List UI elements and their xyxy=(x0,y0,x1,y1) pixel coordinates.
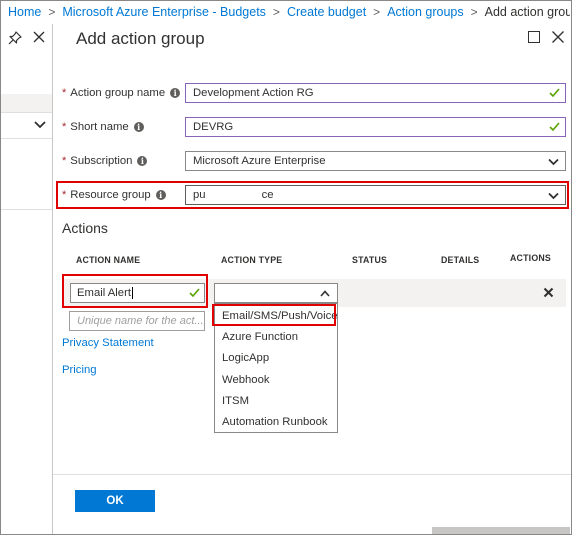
column-header-action-type: ACTION TYPE xyxy=(221,255,283,265)
subscription-value: Microsoft Azure Enterprise xyxy=(193,155,326,167)
breadcrumb-action-groups[interactable]: Action groups xyxy=(387,5,463,19)
info-icon[interactable]: i xyxy=(133,122,144,132)
breadcrumb-separator: > xyxy=(373,5,381,19)
maximize-icon[interactable] xyxy=(528,31,540,43)
column-header-action-name: ACTION NAME xyxy=(76,255,141,265)
info-icon[interactable]: i xyxy=(137,156,148,166)
required-marker: * xyxy=(62,121,67,133)
action-type-dropdown[interactable] xyxy=(214,283,338,303)
option-automation-runbook[interactable]: Automation Runbook xyxy=(222,416,328,428)
breadcrumb-separator: > xyxy=(470,5,478,19)
subscription-label: Subscription xyxy=(70,155,133,167)
option-logicapp[interactable]: LogicApp xyxy=(222,352,269,364)
breadcrumb-create-budget[interactable]: Create budget xyxy=(287,5,366,19)
resource-group-highlight xyxy=(56,181,569,209)
required-marker: * xyxy=(62,87,67,99)
previous-blade xyxy=(1,24,53,534)
divider xyxy=(1,138,52,139)
action-group-name-label: Action group name xyxy=(70,87,166,99)
actions-section-title: Actions xyxy=(62,220,108,236)
option-webhook[interactable]: Webhook xyxy=(222,374,270,386)
required-marker: * xyxy=(62,155,67,167)
divider xyxy=(1,209,52,210)
option-azure-function[interactable]: Azure Function xyxy=(222,331,298,343)
blade-title: Add action group xyxy=(76,29,205,48)
check-icon xyxy=(549,122,560,132)
column-header-actions: ACTIONS xyxy=(510,253,551,263)
ok-button[interactable]: OK xyxy=(75,490,155,512)
action-group-name-input[interactable]: Development Action RG xyxy=(185,83,566,103)
option-itsm[interactable]: ITSM xyxy=(222,395,249,407)
option-highlight xyxy=(212,304,336,326)
new-action-name-input[interactable]: Unique name for the act... xyxy=(69,311,205,331)
close-icon[interactable] xyxy=(32,30,46,44)
short-name-label: Short name xyxy=(70,121,129,133)
chevron-up-icon xyxy=(320,290,330,297)
window-frame xyxy=(0,0,572,535)
horizontal-scrollbar-thumb[interactable] xyxy=(432,527,570,534)
breadcrumb-current: Add action group xyxy=(484,5,570,19)
breadcrumb-separator: > xyxy=(272,5,280,19)
breadcrumb-home[interactable]: Home xyxy=(8,5,41,19)
breadcrumb: Home > Microsoft Azure Enterprise - Budg… xyxy=(0,0,570,24)
column-header-details: DETAILS xyxy=(441,255,480,265)
info-icon[interactable]: i xyxy=(170,88,181,98)
short-name-input[interactable]: DEVRG xyxy=(185,117,566,137)
check-icon xyxy=(549,88,560,98)
pricing-link[interactable]: Pricing xyxy=(62,364,97,376)
chevron-down-icon xyxy=(548,158,559,166)
footer-divider xyxy=(53,474,571,475)
previous-blade-header xyxy=(1,94,52,112)
pin-icon[interactable] xyxy=(7,30,23,46)
subscription-dropdown[interactable]: Microsoft Azure Enterprise xyxy=(185,151,566,171)
column-header-status: STATUS xyxy=(352,255,388,265)
short-name-value: DEVRG xyxy=(193,121,234,133)
action-group-name-value: Development Action RG xyxy=(193,87,314,99)
delete-icon[interactable] xyxy=(543,287,554,298)
divider xyxy=(1,112,52,113)
breadcrumb-separator: > xyxy=(48,5,56,19)
chevron-down-icon[interactable] xyxy=(34,120,46,130)
action-name-highlight xyxy=(62,274,208,308)
close-icon[interactable] xyxy=(551,30,565,44)
privacy-statement-link[interactable]: Privacy Statement xyxy=(62,337,154,349)
new-action-name-placeholder: Unique name for the act... xyxy=(77,315,204,327)
breadcrumb-budgets[interactable]: Microsoft Azure Enterprise - Budgets xyxy=(62,5,266,19)
